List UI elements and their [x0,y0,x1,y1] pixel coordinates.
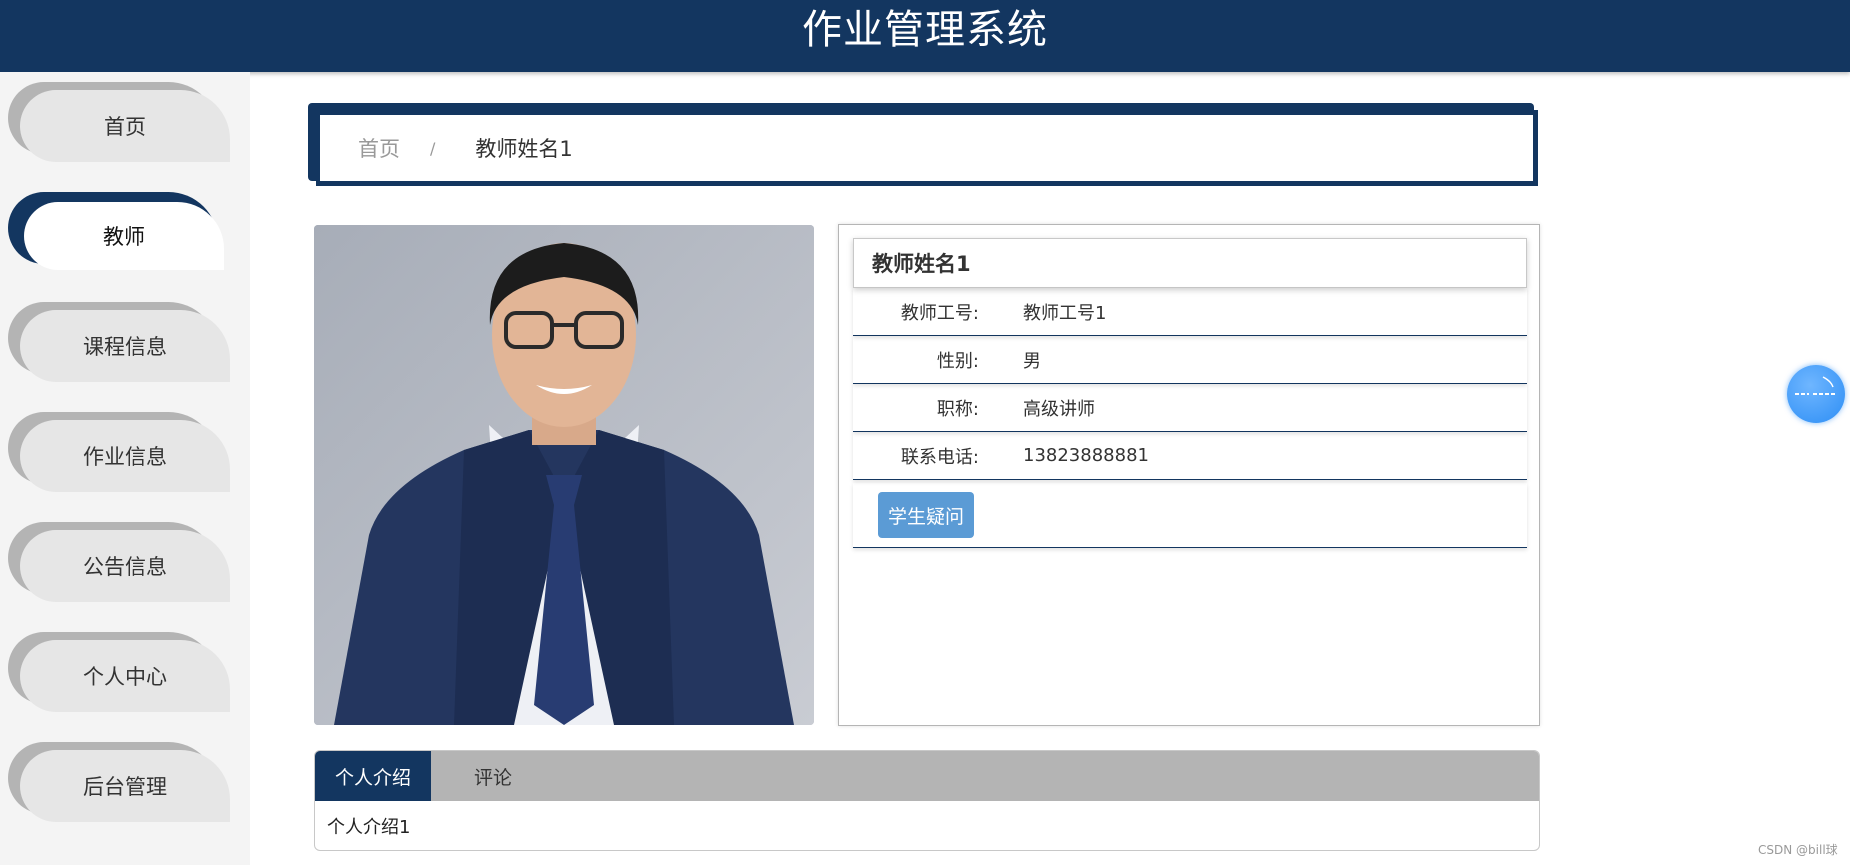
sidebar-item-teacher[interactable]: 教师 [8,192,230,272]
watermark: CSDN @bill球 [1758,843,1838,857]
action-row: 学生疑问 [853,483,1527,548]
field-label: 性别: [936,350,979,372]
detail-row-phone: 联系电话: 13823888881 [853,432,1527,480]
tab-content-text: 个人介绍1 [327,817,411,838]
sidebar-item-label: 教师 [24,202,224,270]
tab-comments[interactable]: 评论 [433,751,553,801]
student-question-button[interactable]: 学生疑问 [878,492,974,538]
breadcrumb-home-link[interactable]: 首页 [358,133,400,163]
field-value: 男 [1023,350,1041,372]
teacher-portrait-image [314,225,814,725]
sidebar-item-personal-center[interactable]: 个人中心 [8,632,230,712]
teacher-photo [314,225,814,725]
sidebar-item-homework-info[interactable]: 作业信息 [8,412,230,492]
teacher-detail-card: 教师姓名1 教师工号: 教师工号1 性别: 男 职称: 高级讲师 联系电话: 1… [838,224,1540,726]
sidebar-item-admin[interactable]: 后台管理 [8,742,230,822]
field-label: 联系电话: [900,446,979,468]
detail-row-gender: 性别: 男 [853,336,1527,384]
breadcrumb-separator: / [430,138,436,158]
breadcrumb-current: 教师姓名1 [475,137,573,161]
sidebar: 首页 教师 课程信息 作业信息 公告信息 个人中心 后台管理 [0,72,250,865]
sidebar-item-label: 个人中心 [20,640,230,712]
app-title: 作业管理系统 [802,7,1048,53]
teacher-name: 教师姓名1 [853,238,1527,288]
sidebar-item-label: 课程信息 [20,310,230,382]
field-value: 13823888881 [1023,445,1149,466]
floating-assistant-button[interactable] [1787,365,1845,423]
breadcrumb: 首页 / 教师姓名1 [316,110,1538,186]
assistant-icon [1795,376,1837,395]
sidebar-item-announcements[interactable]: 公告信息 [8,522,230,602]
breadcrumb-container: 首页 / 教师姓名1 [308,103,1538,187]
field-value: 教师工号1 [1023,302,1107,324]
sidebar-item-label: 公告信息 [20,530,230,602]
sidebar-item-label: 后台管理 [20,750,230,822]
sidebar-item-label: 首页 [20,90,230,162]
sidebar-item-label: 作业信息 [20,420,230,492]
tab-personal-intro[interactable]: 个人介绍 [315,751,431,801]
sidebar-item-home[interactable]: 首页 [8,82,230,162]
field-label: 职称: [936,398,979,420]
field-value: 高级讲师 [1023,398,1095,420]
app-header: 作业管理系统 [0,0,1850,72]
detail-row-teacher-id: 教师工号: 教师工号1 [853,288,1527,336]
detail-row-title: 职称: 高级讲师 [853,384,1527,432]
tabs-panel: 个人介绍 评论 个人介绍1 [314,750,1540,851]
tab-bar: 个人介绍 评论 [315,751,1539,801]
field-label: 教师工号: [900,302,979,324]
sidebar-item-course-info[interactable]: 课程信息 [8,302,230,382]
